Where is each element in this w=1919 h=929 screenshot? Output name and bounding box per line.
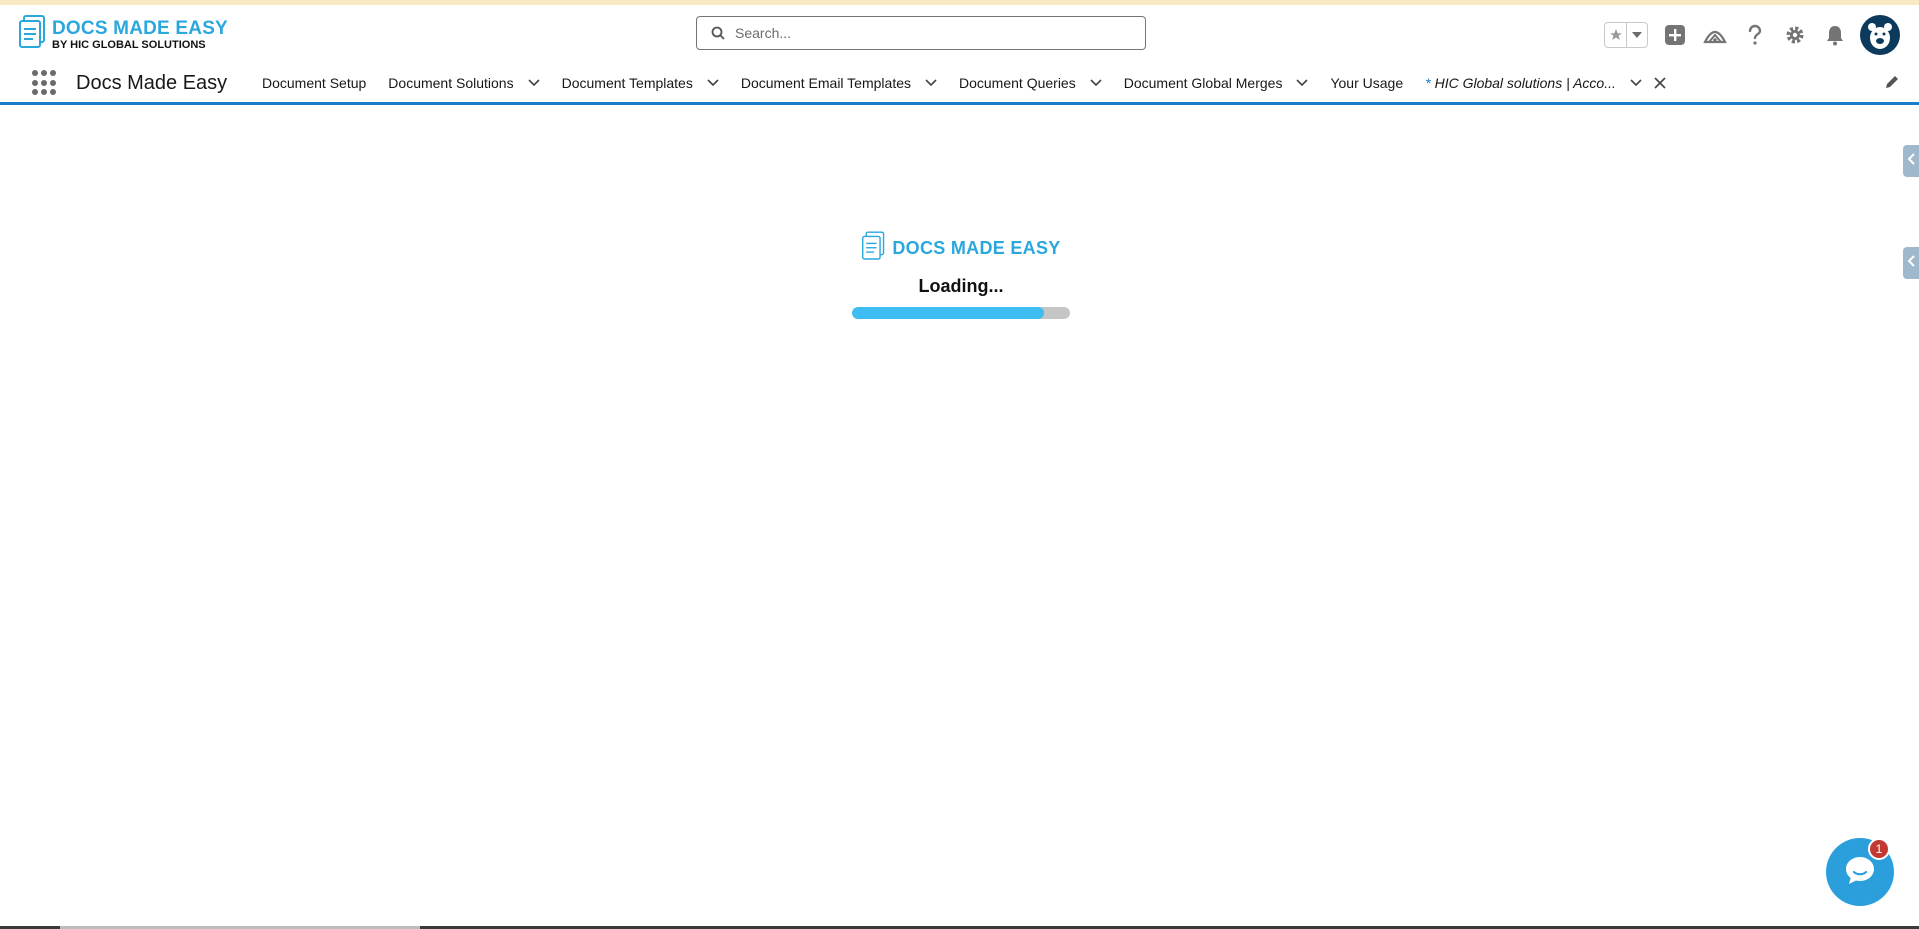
chevron-down-icon[interactable] xyxy=(528,78,540,87)
progress-fill xyxy=(852,307,1044,319)
loading-status: Loading... xyxy=(918,276,1004,296)
tab-document-queries[interactable]: Document Queries xyxy=(959,75,1102,91)
tab-document-global-merges[interactable]: Document Global Merges xyxy=(1124,75,1309,91)
logo-title: DOCS MADE EASY xyxy=(52,17,228,39)
loader-logo: DOCS MADE EASY xyxy=(852,231,1070,266)
user-avatar[interactable] xyxy=(1860,15,1900,55)
help-icon[interactable] xyxy=(1742,22,1768,48)
tab-document-solutions[interactable]: Document Solutions xyxy=(388,75,540,91)
favorites-control[interactable] xyxy=(1604,22,1648,48)
global-header: DOCS MADE EASY BY HIC GLOBAL SOLUTIONS xyxy=(0,5,1919,67)
global-search[interactable] xyxy=(696,16,1146,50)
bell-icon[interactable] xyxy=(1822,22,1848,48)
tab-document-setup[interactable]: Document Setup xyxy=(262,75,366,91)
tab-label[interactable]: Document Email Templates xyxy=(741,75,911,91)
tab-label[interactable]: HIC Global solutions | Acco... xyxy=(1435,75,1616,91)
tab-label[interactable]: Document Solutions xyxy=(388,75,513,91)
tab-label[interactable]: Your Usage xyxy=(1330,75,1403,91)
search-input[interactable] xyxy=(733,24,1117,42)
loader-brand: DOCS MADE EASY xyxy=(892,238,1061,258)
chevron-down-icon[interactable] xyxy=(1296,78,1309,87)
app-navigation-bar: Docs Made Easy Document Setup Document S… xyxy=(0,63,1919,105)
nav-tabs: Document Setup Document Solutions Docume… xyxy=(262,63,1688,102)
chat-bubble-icon xyxy=(1843,853,1877,892)
plus-icon[interactable] xyxy=(1662,22,1688,48)
tab-label[interactable]: Document Queries xyxy=(959,75,1076,91)
chevron-down-icon[interactable] xyxy=(1627,23,1647,47)
chevron-down-icon[interactable] xyxy=(1090,78,1102,87)
progress-bar xyxy=(852,307,1070,319)
gear-icon[interactable] xyxy=(1782,22,1808,48)
chat-notification-badge: 1 xyxy=(1868,838,1890,860)
tab-label[interactable]: Document Setup xyxy=(262,75,366,91)
chevron-down-icon[interactable] xyxy=(707,78,719,87)
tab-active-record[interactable]: * HIC Global solutions | Acco... xyxy=(1425,75,1666,91)
tab-label[interactable]: Document Global Merges xyxy=(1124,75,1283,91)
utility-panel-toggle[interactable] xyxy=(1903,145,1919,177)
tab-document-templates[interactable]: Document Templates xyxy=(562,75,719,91)
search-icon xyxy=(711,26,725,40)
chevron-left-icon xyxy=(1907,152,1915,170)
app-logo[interactable]: DOCS MADE EASY BY HIC GLOBAL SOLUTIONS xyxy=(18,15,228,54)
main-content: DOCS MADE EASY Loading... xyxy=(0,105,1919,929)
star-icon[interactable] xyxy=(1605,23,1628,47)
utility-panel-toggle[interactable] xyxy=(1903,247,1919,279)
logo-subtitle: BY HIC GLOBAL SOLUTIONS xyxy=(52,38,206,51)
edit-nav-pencil-icon[interactable] xyxy=(1884,74,1900,90)
loading-panel: DOCS MADE EASY Loading... xyxy=(852,231,1070,319)
app-launcher-icon[interactable] xyxy=(32,70,58,96)
unsaved-marker: * xyxy=(1425,74,1431,91)
document-logo-icon xyxy=(18,15,48,54)
trailhead-icon[interactable] xyxy=(1702,22,1728,48)
chevron-down-icon[interactable] xyxy=(925,78,937,87)
tab-your-usage[interactable]: Your Usage xyxy=(1330,75,1403,91)
close-icon[interactable] xyxy=(1654,76,1666,89)
tab-document-email-templates[interactable]: Document Email Templates xyxy=(741,75,937,91)
tab-label[interactable]: Document Templates xyxy=(562,75,693,91)
document-logo-icon xyxy=(861,231,887,266)
chevron-left-icon xyxy=(1907,254,1915,272)
app-name: Docs Made Easy xyxy=(76,72,228,94)
chevron-down-icon[interactable] xyxy=(1630,78,1642,87)
